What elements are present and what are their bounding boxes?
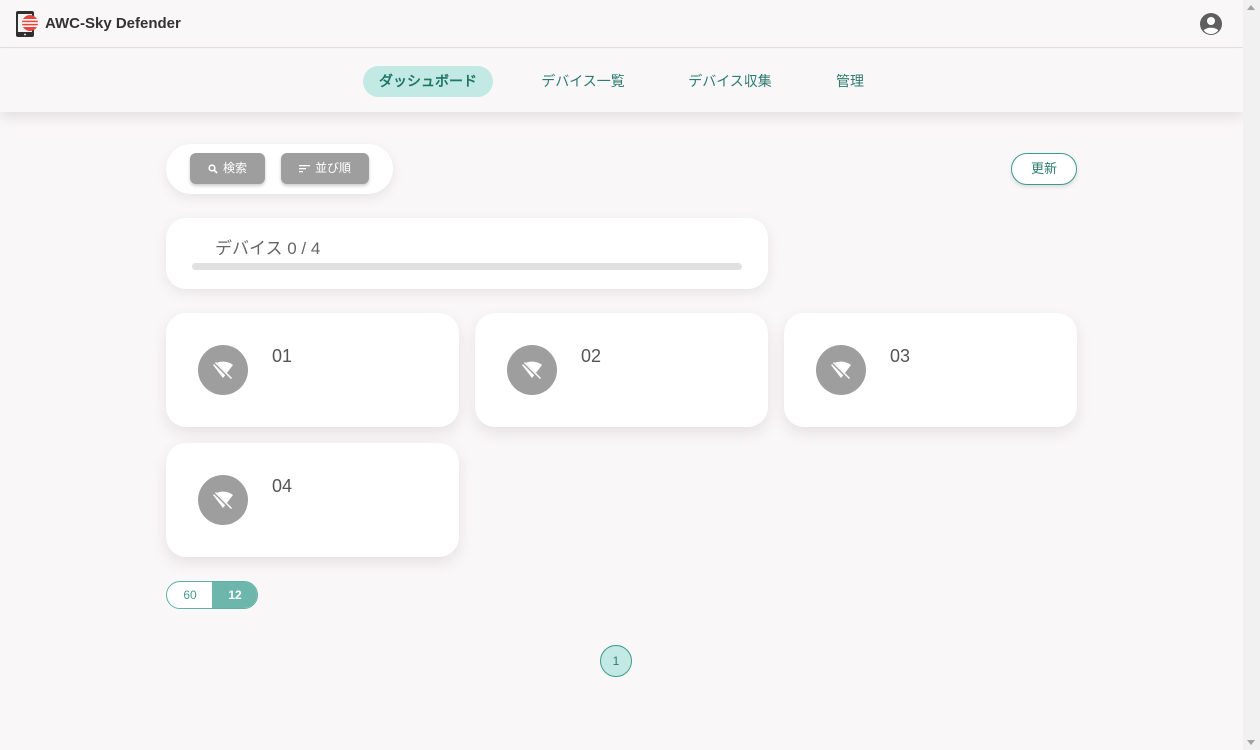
- device-status: [198, 475, 248, 525]
- main-nav: ダッシュボード デバイス一覧 デバイス収集 管理: [0, 49, 1243, 112]
- vertical-scrollbar[interactable]: [1243, 0, 1260, 750]
- device-status: [198, 345, 248, 395]
- tab-dashboard[interactable]: ダッシュボード: [363, 66, 493, 97]
- wifi-off-icon: [213, 361, 233, 381]
- sort-icon: [298, 165, 310, 173]
- device-count-label: デバイス 0 / 4: [215, 239, 321, 258]
- page-size-toggle: 60 12: [166, 581, 258, 609]
- device-count-card: デバイス 0 / 4: [166, 218, 768, 289]
- device-card[interactable]: 01: [166, 313, 459, 427]
- device-count-progress: [192, 263, 742, 270]
- wifi-off-icon: [522, 361, 542, 381]
- device-name: 01: [272, 346, 293, 366]
- tab-device-list[interactable]: デバイス一覧: [528, 66, 638, 97]
- account-circle-icon[interactable]: [1199, 12, 1223, 36]
- device-card[interactable]: 02: [475, 313, 768, 427]
- device-status: [507, 345, 557, 395]
- wifi-off-icon: [831, 361, 851, 381]
- refresh-button[interactable]: 更新: [1011, 153, 1077, 185]
- scroll-down-arrow-icon[interactable]: [1247, 740, 1255, 745]
- tablet-logo-icon: [16, 11, 38, 37]
- tab-device-collection[interactable]: デバイス収集: [676, 66, 784, 97]
- wifi-off-icon: [213, 491, 233, 511]
- page-size-option-60[interactable]: 60: [167, 582, 213, 608]
- device-name: 03: [890, 346, 911, 366]
- device-card[interactable]: 04: [166, 443, 459, 557]
- page-number-button[interactable]: 1: [600, 645, 632, 677]
- app-header: AWC-Sky Defender: [0, 0, 1243, 48]
- page-size-option-12[interactable]: 12: [212, 582, 257, 608]
- scroll-up-arrow-icon[interactable]: [1247, 5, 1255, 10]
- device-card[interactable]: 03: [784, 313, 1077, 427]
- tab-admin[interactable]: 管理: [826, 66, 874, 97]
- search-button-label: 検索: [222, 161, 247, 175]
- sort-button-label: 並び順: [314, 161, 351, 175]
- sort-button[interactable]: 並び順: [281, 153, 369, 184]
- device-name: 02: [581, 346, 602, 366]
- app-title: AWC-Sky Defender: [45, 15, 181, 32]
- device-status: [816, 345, 866, 395]
- search-icon: [208, 164, 218, 174]
- device-name: 04: [272, 476, 293, 496]
- toolbar: 検索 並び順: [166, 144, 393, 194]
- search-button[interactable]: 検索: [190, 153, 265, 184]
